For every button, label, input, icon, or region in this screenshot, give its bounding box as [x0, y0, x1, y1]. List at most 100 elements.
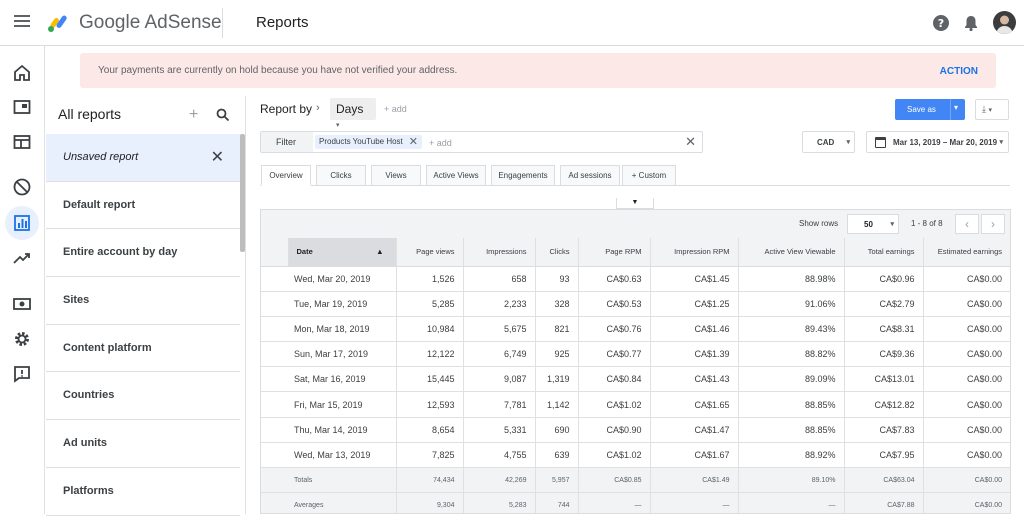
table-cell: CA$1.02: [577, 391, 650, 418]
table-cell: CA$1.47: [649, 417, 738, 443]
table-cell: CA$1.25: [649, 291, 738, 317]
column-header[interactable]: Impression RPM: [649, 238, 738, 267]
dropdown-arrow-icon: ▾: [336, 122, 340, 129]
tab-overview[interactable]: Overview: [261, 165, 311, 186]
save-as-button[interactable]: Save as ▾: [895, 99, 965, 120]
table-row: Sun, Mar 17, 2019 12,122 6,749 925 CA$0.77 CA…: [261, 341, 1010, 368]
table-row: Tue, Mar 19, 2019 5,285 2,233 328 CA$0.53 CA$…: [261, 291, 1010, 317]
add-report-icon[interactable]: +: [189, 106, 198, 124]
report-item-countries[interactable]: Countries: [46, 372, 240, 421]
table-cell: Wed, Mar 13, 2019: [261, 442, 396, 469]
download-button[interactable]: ⤓ ▾: [975, 99, 1009, 120]
table-toolbar: Show rows 50 ▾ 1 - 8 of 8 ‹ ›: [261, 210, 1010, 238]
tab-clicks[interactable]: Clicks: [316, 165, 366, 185]
report-item-unsaved[interactable]: Unsaved report ✕: [46, 134, 240, 182]
add-dimension-link[interactable]: + add: [384, 104, 407, 114]
table-cell: CA$1.02: [577, 442, 650, 469]
table-cell: 5,285: [395, 291, 463, 317]
column-header[interactable]: Date ▲: [287, 238, 396, 267]
table-cell: Thu, Mar 14, 2019: [261, 417, 396, 443]
display-icon[interactable]: [12, 97, 32, 117]
next-page-button[interactable]: ›: [981, 214, 1005, 234]
banner-action-button[interactable]: ACTION: [940, 66, 978, 77]
data-table: Date ▲ Page views Impressions Clicks Page…: [261, 238, 1010, 513]
trending-icon[interactable]: [12, 248, 32, 268]
report-item-sites[interactable]: Sites: [46, 277, 240, 325]
table-cell: 12,122: [395, 341, 463, 368]
dimension-value: Days: [336, 102, 364, 116]
report-item-ad-units[interactable]: Ad units: [46, 420, 240, 468]
tab-custom[interactable]: + Custom: [622, 165, 676, 185]
table-cell: CA$9.36: [843, 341, 923, 368]
report-item-content-platform[interactable]: Content platform: [46, 325, 240, 373]
table-cell: —: [577, 492, 650, 513]
panel-scrollbar[interactable]: [240, 134, 245, 252]
tab-engagements[interactable]: Engagements: [491, 165, 555, 185]
table-cell: CA$0.00: [922, 417, 1010, 443]
dropdown-arrow-icon: ▾: [846, 139, 850, 146]
table-cell: 5,331: [462, 417, 535, 443]
chevron-left-icon: ‹: [965, 217, 969, 231]
table-cell: 88.98%: [737, 266, 844, 292]
table-cell: Wed, Mar 20, 2019: [261, 266, 396, 292]
close-icon[interactable]: ✕: [409, 135, 418, 148]
currency-select[interactable]: CAD ▾: [802, 131, 855, 153]
avatar[interactable]: [993, 11, 1016, 34]
report-list: Unsaved report ✕ Default report Entire ac…: [46, 134, 240, 516]
date-range-picker[interactable]: Mar 13, 2019 – Mar 20, 2019 ▾: [866, 131, 1009, 153]
table-cell: CA$0.00: [922, 341, 1010, 368]
report-item-account-by-day[interactable]: Entire account by day: [46, 229, 240, 278]
column-header[interactable]: Total earnings: [843, 238, 923, 267]
table-header-row: Date ▲ Page views Impressions Clicks Page…: [261, 238, 1010, 267]
tab-views[interactable]: Views: [371, 165, 421, 185]
notifications-icon[interactable]: [962, 14, 980, 32]
menu-icon[interactable]: [14, 15, 30, 27]
table-cell: CA$7.95: [843, 442, 923, 469]
report-table: Show rows 50 ▾ 1 - 8 of 8 ‹ › Date ▲ Page …: [260, 209, 1011, 514]
date-range-value: Mar 13, 2019 – Mar 20, 2019: [893, 138, 998, 147]
adsense-logo: [48, 15, 67, 32]
tab-active-views[interactable]: Active Views: [426, 165, 486, 185]
brand-name: Google AdSense: [79, 12, 222, 33]
table-cell: 5,675: [462, 316, 535, 343]
block-icon[interactable]: [12, 177, 32, 197]
close-icon[interactable]: ✕: [211, 134, 224, 181]
report-item-default[interactable]: Default report: [46, 182, 240, 230]
column-header[interactable]: Estimated earnings: [922, 238, 1010, 267]
rows-per-page-select[interactable]: 50 ▾: [847, 214, 899, 234]
search-icon[interactable]: [216, 108, 230, 122]
table-cell: Fri, Mar 15, 2019: [261, 391, 396, 418]
dropdown-arrow-icon[interactable]: ▾: [954, 103, 958, 112]
table-cell: CA$1.45: [649, 266, 738, 292]
top-app-bar: Google AdSense Reports ?: [0, 0, 1024, 46]
clear-filter-icon[interactable]: ✕: [685, 134, 696, 150]
tabs-underline: [260, 185, 1010, 186]
ad-units-icon[interactable]: [12, 132, 32, 152]
add-filter-link[interactable]: + add: [429, 138, 452, 148]
home-icon[interactable]: [12, 63, 32, 83]
column-header[interactable]: Page RPM: [577, 238, 650, 267]
table-cell: 88.85%: [737, 417, 844, 443]
prev-page-button[interactable]: ‹: [955, 214, 979, 234]
column-header[interactable]: Active View Viewable: [737, 238, 844, 267]
filter-chip[interactable]: Products YouTube Host ✕: [315, 135, 422, 149]
column-header[interactable]: Clicks: [534, 238, 578, 267]
feedback-icon[interactable]: [12, 364, 32, 384]
table-body: Wed, Mar 20, 2019 1,526 658 93 CA$0.63 CA$1.4…: [261, 266, 1010, 513]
table-cell: CA$0.85: [577, 467, 650, 494]
column-header[interactable]: Impressions: [462, 238, 535, 267]
settings-icon[interactable]: [12, 329, 32, 349]
dimension-select[interactable]: Days ▾: [330, 98, 376, 129]
table-cell: 7,825: [395, 442, 463, 469]
table-cell: Mon, Mar 18, 2019: [261, 316, 396, 343]
reports-icon[interactable]: [12, 213, 32, 233]
collapse-chart-toggle[interactable]: ▼: [616, 198, 654, 209]
table-cell: CA$1.49: [649, 467, 738, 494]
column-header[interactable]: Page views: [395, 238, 463, 267]
payments-icon[interactable]: [12, 294, 32, 314]
help-icon[interactable]: ?: [932, 14, 950, 32]
tab-ad-sessions[interactable]: Ad sessions: [560, 165, 620, 185]
report-item-label: Unsaved report: [63, 151, 139, 163]
table-cell: CA$13.01: [843, 366, 923, 393]
report-item-platforms[interactable]: Platforms: [46, 468, 240, 516]
